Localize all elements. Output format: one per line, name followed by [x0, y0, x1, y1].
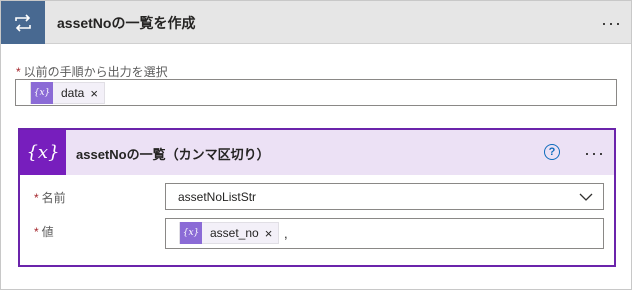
required-marker: * — [34, 191, 39, 205]
trailing-text: , — [284, 226, 288, 241]
card-title: assetNoの一覧を作成 — [57, 15, 196, 31]
name-select-value: assetNoListStr — [178, 190, 257, 204]
name-select[interactable]: assetNoListStr — [165, 183, 604, 210]
apply-to-each-card: assetNoの一覧を作成 ··· * 以前の手順から出力を選択 {x} data… — [0, 0, 632, 290]
token-remove-button[interactable]: × — [265, 226, 273, 241]
value-field-label: * 値 — [34, 223, 54, 240]
token-label: asset_no — [210, 226, 259, 240]
value-field-label-text: 値 — [41, 225, 54, 239]
compose-title: assetNoの一覧（カンマ区切り） — [76, 147, 270, 162]
token-label: data — [61, 86, 85, 100]
variable-token-icon: {x} — [180, 222, 202, 244]
value-input[interactable]: {x} asset_no × , — [165, 218, 604, 249]
dynamic-content-token[interactable]: {x} asset_no × — [179, 222, 280, 244]
more-options-button[interactable]: ··· — [601, 14, 622, 32]
from-field-label-text: 以前の手順から出力を選択 — [23, 65, 168, 79]
from-input[interactable]: {x} data × — [15, 79, 617, 106]
name-field-label: * 名前 — [34, 189, 66, 206]
loop-arrows-icon — [1, 1, 45, 44]
compose-action-card: {x} assetNoの一覧（カンマ区切り） ? ··· * 名前 assetNo… — [18, 128, 616, 267]
required-marker: * — [16, 65, 21, 79]
token-remove-button[interactable]: × — [90, 86, 98, 101]
compose-header[interactable]: {x} assetNoの一覧（カンマ区切り） ? ··· — [20, 130, 614, 175]
card-header[interactable]: assetNoの一覧を作成 ··· — [1, 1, 631, 44]
question-circle-icon[interactable]: ? — [544, 144, 560, 160]
dynamic-content-token[interactable]: {x} data × — [30, 82, 105, 104]
variable-token-icon: {x} — [31, 82, 53, 104]
required-marker: * — [34, 225, 39, 239]
from-field-label: * 以前の手順から出力を選択 — [16, 63, 168, 80]
variable-braces-icon: {x} — [20, 130, 66, 175]
compose-more-options-button[interactable]: ··· — [584, 144, 605, 162]
chevron-down-icon[interactable] — [579, 190, 593, 208]
name-field-label-text: 名前 — [41, 191, 66, 205]
